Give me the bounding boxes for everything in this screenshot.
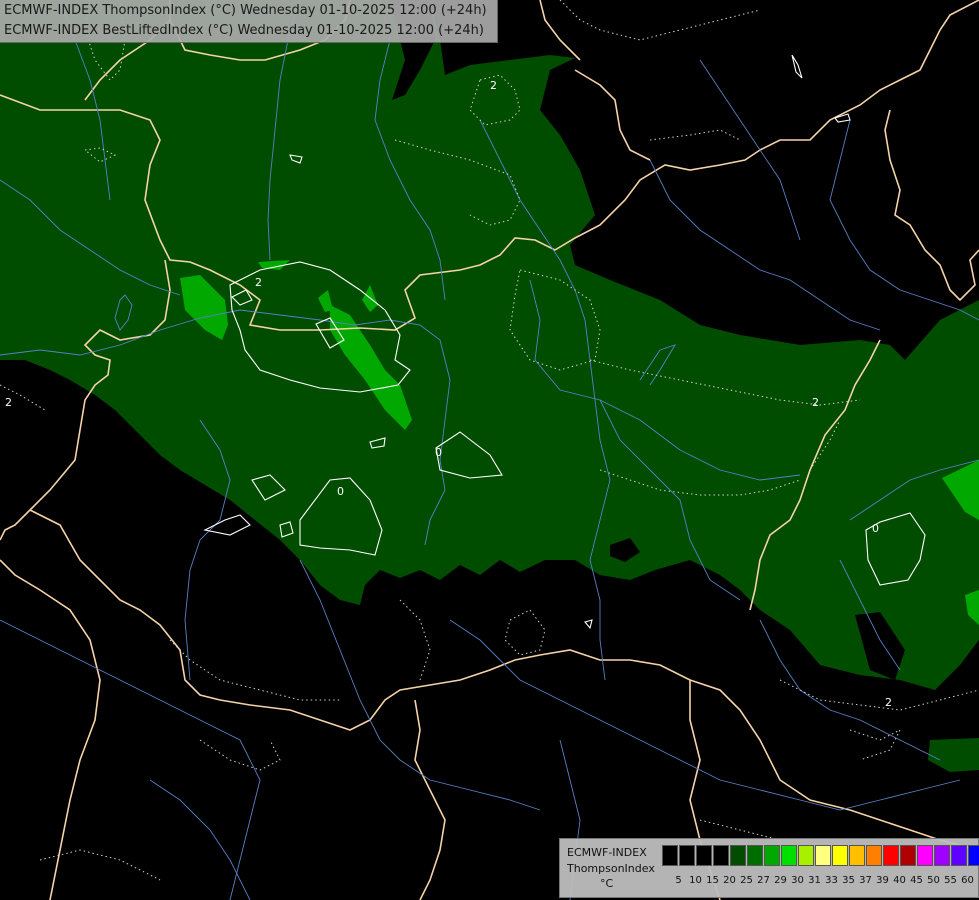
- legend-swatch: [815, 845, 831, 866]
- legend-tick-label: 25: [740, 875, 753, 886]
- legend-tick-label: 10: [689, 875, 702, 886]
- legend-tick-label: 50: [927, 875, 940, 886]
- legend-swatch: [883, 845, 899, 866]
- contour-label: 2: [490, 79, 497, 92]
- legend-swatch: [713, 845, 729, 866]
- legend-tick-label: 29: [774, 875, 787, 886]
- legend-tick-label: 39: [876, 875, 889, 886]
- legend-swatch: [798, 845, 814, 866]
- legend-tick-label: 30: [791, 875, 804, 886]
- contour-label: 0: [337, 485, 344, 498]
- contour-label: 2: [812, 396, 819, 409]
- legend-parameter: ThompsonIndex: [567, 862, 655, 875]
- legend-swatch: [934, 845, 950, 866]
- legend-swatch: [968, 845, 979, 866]
- legend-tick-label: 55: [944, 875, 957, 886]
- contour-label: 2: [255, 276, 262, 289]
- legend-swatch: [679, 845, 695, 866]
- legend-swatch: [747, 845, 763, 866]
- title-thompson-index: ECMWF-INDEX ThompsonIndex (°C) Wednesday…: [4, 3, 487, 18]
- legend-swatch: [866, 845, 882, 866]
- legend-swatch: [849, 845, 865, 866]
- legend-swatch: [900, 845, 916, 866]
- legend-tick-label: 15: [706, 875, 719, 886]
- legend-tick-label: 37: [859, 875, 872, 886]
- legend-tick-label: 40: [893, 875, 906, 886]
- legend-unit: °C: [600, 877, 614, 890]
- legend-tick-label: 60: [961, 875, 974, 886]
- legend-swatch: [951, 845, 967, 866]
- legend-swatch: [832, 845, 848, 866]
- color-legend: ECMWF-INDEX ThompsonIndex °C 5 10 15 20 25 27…: [559, 838, 979, 898]
- legend-tick-label: 45: [910, 875, 923, 886]
- legend-model: ECMWF-INDEX: [567, 846, 647, 859]
- legend-swatches: [662, 845, 979, 866]
- title-best-lifted-index: ECMWF-INDEX BestLiftedIndex (°C) Wednesd…: [4, 23, 484, 38]
- legend-swatch: [764, 845, 780, 866]
- contour-label: 0: [435, 446, 442, 459]
- contour-label: 2: [885, 696, 892, 709]
- legend-tick-label: 35: [842, 875, 855, 886]
- map-title: ECMWF-INDEX ThompsonIndex (°C) Wednesday…: [0, 0, 498, 43]
- legend-ticks: 5 10 15 20 25 27 29 30 31 33 35 37 39 40 45 50 55 60: [670, 875, 976, 887]
- weather-map: 2 2 2 2 0 0 0 2: [0, 0, 979, 900]
- contour-label: 2: [5, 396, 12, 409]
- legend-tick-label: 5: [675, 875, 682, 886]
- legend-swatch: [662, 845, 678, 866]
- legend-tick-label: 20: [723, 875, 736, 886]
- legend-swatch: [781, 845, 797, 866]
- contour-label: 0: [872, 522, 879, 535]
- legend-swatch: [917, 845, 933, 866]
- legend-tick-label: 27: [757, 875, 770, 886]
- legend-swatch: [696, 845, 712, 866]
- legend-tick-label: 33: [825, 875, 838, 886]
- legend-tick-label: 31: [808, 875, 821, 886]
- legend-swatch: [730, 845, 746, 866]
